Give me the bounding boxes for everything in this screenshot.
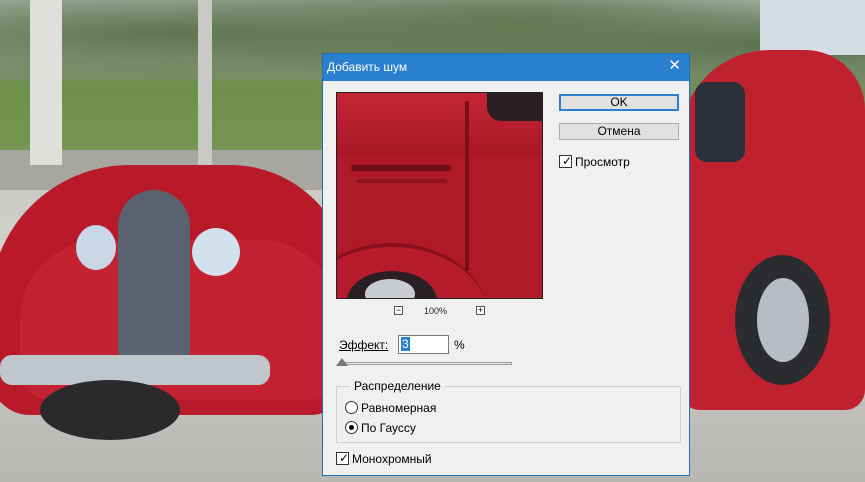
preview-window — [487, 93, 542, 121]
bg-bumper — [0, 355, 270, 385]
zoom-controls: − 100% + — [336, 306, 543, 318]
preview-door-seam — [465, 101, 469, 271]
radio-uniform-label[interactable]: Равномерная — [361, 401, 436, 415]
effect-unit: % — [454, 338, 465, 352]
bg-pole-2 — [198, 0, 212, 170]
radio-selected-dot — [349, 425, 354, 430]
effect-label: Эффект: — [339, 338, 389, 352]
zoom-level: 100% — [424, 306, 448, 316]
bg-car-grille — [118, 190, 190, 360]
dialog-title: Добавить шум — [327, 60, 408, 74]
preview-trim-2 — [357, 179, 447, 183]
preview-trim — [351, 165, 451, 171]
zoom-out-button[interactable]: − — [394, 306, 403, 315]
checkmark-icon: ✓ — [562, 154, 573, 168]
effect-slider-track[interactable] — [344, 362, 512, 365]
checkmark-icon: ✓ — [339, 451, 350, 465]
bg-sky — [760, 0, 865, 55]
effect-amount-input[interactable]: 3 — [398, 335, 449, 354]
effect-amount-value: 3 — [401, 337, 410, 351]
preview-checkbox[interactable]: ✓ — [559, 154, 573, 168]
preview-label[interactable]: Просмотр — [575, 155, 630, 169]
bg-wheel-left — [40, 380, 180, 440]
bg-headlamp-left — [76, 225, 116, 270]
add-noise-dialog: Добавить шум ✕ − 100% + OK Отмена ✓ Прос… — [322, 53, 690, 476]
radio-gaussian-label[interactable]: По Гауссу — [361, 421, 416, 435]
preview-image[interactable] — [336, 92, 543, 299]
effect-slider-thumb[interactable] — [336, 358, 348, 366]
dialog-titlebar[interactable]: Добавить шум ✕ — [323, 54, 689, 81]
monochrome-label[interactable]: Монохромный — [352, 452, 432, 466]
distribution-title: Распределение — [350, 379, 445, 393]
bg-hubcap — [757, 278, 809, 362]
bg-car-window — [695, 82, 745, 162]
monochrome-checkbox[interactable]: ✓ — [336, 451, 350, 465]
radio-gaussian[interactable] — [345, 421, 358, 434]
zoom-in-button[interactable]: + — [476, 306, 485, 315]
close-icon[interactable]: ✕ — [668, 57, 681, 75]
bg-headlamp-right — [192, 228, 240, 276]
bg-pole — [30, 0, 62, 165]
ok-button[interactable]: OK — [559, 94, 679, 111]
cancel-button[interactable]: Отмена — [559, 123, 679, 140]
radio-uniform[interactable] — [345, 401, 358, 414]
